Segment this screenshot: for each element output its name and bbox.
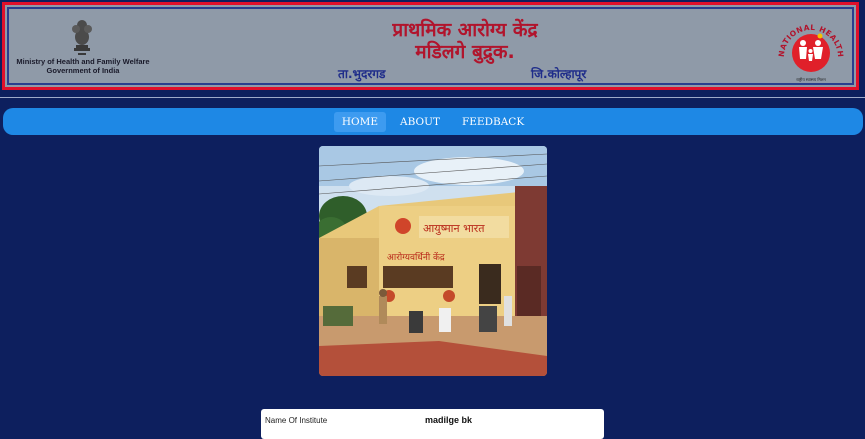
- nav-home[interactable]: HOME: [333, 111, 386, 132]
- nav-about[interactable]: ABOUT: [392, 112, 448, 132]
- taluka-label: ता.भुदरगड: [338, 67, 386, 81]
- photo-sign-text2: आरोग्यवर्धिनी केंद्र: [387, 251, 445, 263]
- nhm-logo-icon: NATIONAL HEALTH MISSION राष्ट्रीय स्वास्…: [772, 11, 845, 82]
- health-centre-photo: आयुष्मान भारत आरोग्यवर्धिनी केंद्र: [319, 146, 547, 376]
- main-nav: HOME ABOUT FEEDBACK: [3, 108, 863, 135]
- national-emblem-icon: [72, 20, 92, 55]
- header-banner: Ministry of Health and Family Welfare Go…: [2, 2, 859, 90]
- ministry-line2: Government of India: [46, 66, 120, 75]
- title-line2: मडिलगे बुद्रुक.: [415, 41, 515, 63]
- ministry-line1: Ministry of Health and Family Welfare: [16, 57, 150, 66]
- photo-sign-text: आयुष्मान भारत: [423, 222, 485, 235]
- institute-info-table: Name Of Institute madilge bk: [261, 409, 604, 439]
- district-label: जि.कोल्हापूर: [531, 67, 587, 81]
- ministry-text: Ministry of Health and Family Welfare Go…: [13, 57, 153, 75]
- institute-name-value: madilge bk: [425, 415, 473, 425]
- header-divider: [0, 97, 865, 98]
- institute-name-label: Name Of Institute: [265, 416, 328, 425]
- title-line1: प्राथमिक आरोग्य केंद्र: [392, 19, 538, 41]
- nav-feedback[interactable]: FEEDBACK: [454, 112, 532, 132]
- nhm-caption: राष्ट्रीय स्वास्थ्य मिशन: [796, 77, 826, 82]
